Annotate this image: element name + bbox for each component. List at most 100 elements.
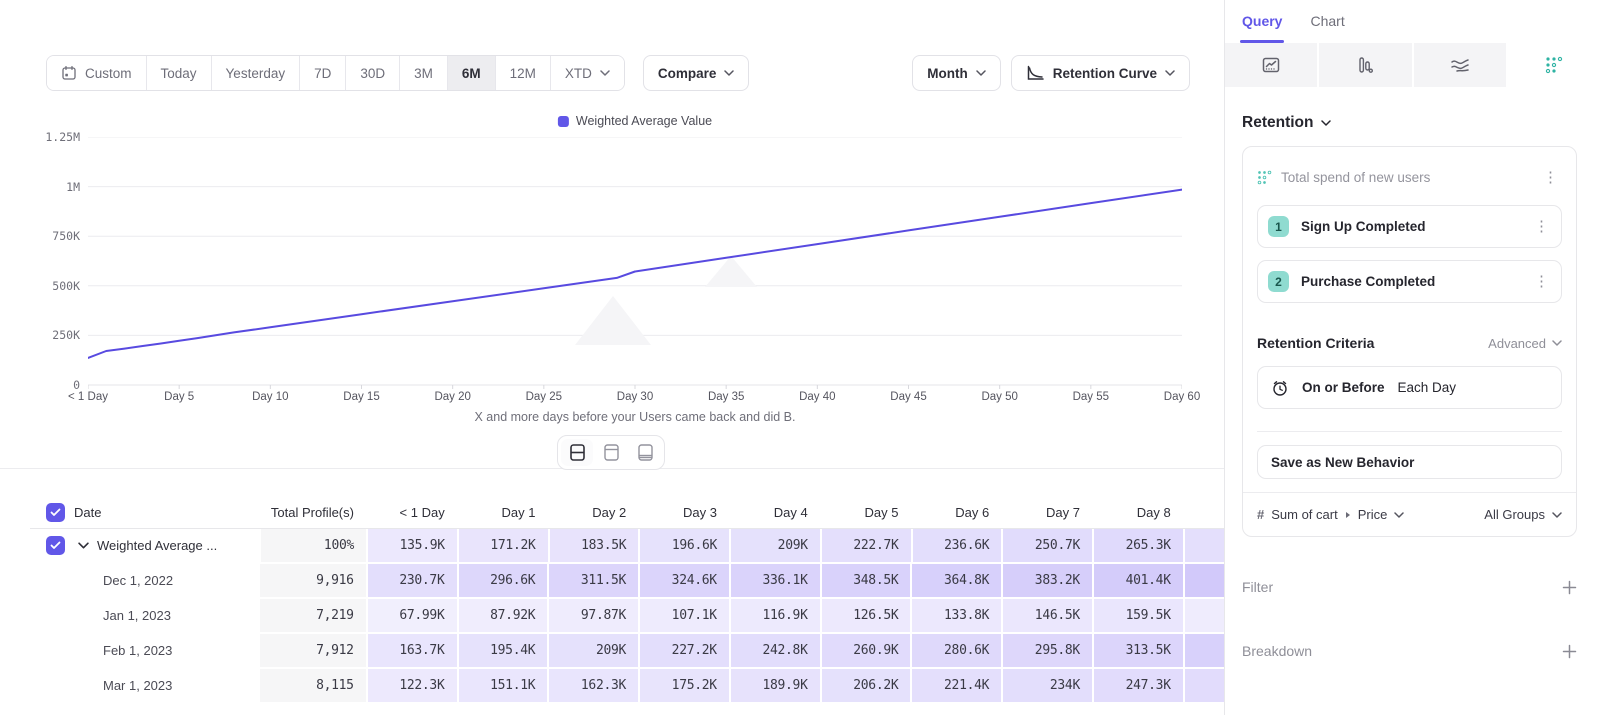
retention-value-cell-partial[interactable]	[1185, 634, 1224, 669]
retention-value-cell[interactable]: 107.1K	[640, 599, 731, 634]
date-range-12m[interactable]: 12M	[496, 56, 551, 90]
total-profiles-cell[interactable]: 7,219	[260, 599, 367, 634]
retention-value-cell[interactable]: 135.9K	[368, 529, 459, 564]
retention-value-cell[interactable]: 116.9K	[731, 599, 822, 634]
retention-value-cell[interactable]: 296.6K	[459, 564, 550, 599]
select-all-checkbox[interactable]	[46, 503, 65, 522]
date-range-30d[interactable]: 30D	[346, 56, 400, 90]
date-range-7d[interactable]: 7D	[300, 56, 346, 90]
granularity-button[interactable]: Month	[912, 55, 1000, 91]
retention-value-cell[interactable]: 171.2K	[459, 529, 550, 564]
retention-value-cell[interactable]: 206.2K	[822, 669, 913, 704]
retention-value-cell[interactable]: 383.2K	[1003, 564, 1094, 599]
retention-value-cell[interactable]: 87.92K	[459, 599, 550, 634]
tab-flows[interactable]	[1414, 43, 1506, 87]
retention-value-cell[interactable]: 313.5K	[1094, 634, 1185, 669]
row-label-cell[interactable]: Jan 1, 2023	[30, 599, 260, 634]
expand-row-button[interactable]	[78, 542, 89, 549]
retention-value-cell[interactable]: 133.8K	[912, 599, 1003, 634]
retention-value-cell[interactable]: 401.4K	[1094, 564, 1185, 599]
retention-value-cell[interactable]: 67.99K	[368, 599, 459, 634]
save-behavior-button[interactable]: Save as New Behavior	[1257, 445, 1562, 479]
row-label-cell[interactable]: Feb 1, 2023	[30, 634, 260, 669]
chart-type-button[interactable]: Retention Curve	[1011, 55, 1190, 91]
retention-value-cell[interactable]: 324.6K	[640, 564, 731, 599]
step-menu-button[interactable]: ⋮	[1530, 217, 1553, 236]
section-retention-dropdown[interactable]: Retention	[1242, 114, 1577, 132]
total-profiles-cell[interactable]: 9,916	[260, 564, 367, 599]
behavior-step[interactable]: 1Sign Up Completed⋮	[1257, 205, 1562, 248]
retention-value-cell[interactable]: 163.7K	[368, 634, 459, 669]
retention-line-chart[interactable]	[88, 137, 1182, 389]
total-profiles-cell[interactable]: 7,912	[260, 634, 367, 669]
behavior-step[interactable]: 2Purchase Completed⋮	[1257, 260, 1562, 303]
date-range-xtd[interactable]: XTD	[551, 56, 624, 90]
criteria-timing-button[interactable]: On or Before Each Day	[1257, 366, 1562, 409]
retention-value-cell[interactable]: 280.6K	[912, 634, 1003, 669]
retention-value-cell[interactable]: 236.6K	[913, 529, 1004, 564]
panel-tab-query[interactable]: Query	[1242, 13, 1282, 43]
retention-value-cell[interactable]: 126.5K	[822, 599, 913, 634]
add-filter-button[interactable]	[1562, 580, 1577, 595]
retention-value-cell[interactable]: 311.5K	[549, 564, 640, 599]
layout-chart-button[interactable]	[595, 439, 627, 466]
retention-value-cell[interactable]: 250.7K	[1003, 529, 1094, 564]
retention-value-cell[interactable]: 209K	[549, 634, 640, 669]
retention-value-cell[interactable]: 97.87K	[549, 599, 640, 634]
retention-value-cell[interactable]: 348.5K	[822, 564, 913, 599]
chart-legend[interactable]: Weighted Average Value	[558, 114, 712, 128]
tab-insights[interactable]	[1225, 43, 1317, 87]
retention-value-cell[interactable]: 195.4K	[459, 634, 550, 669]
groups-dropdown[interactable]: All Groups	[1484, 507, 1562, 522]
retention-value-cell[interactable]: 247.3K	[1094, 669, 1185, 704]
retention-value-cell[interactable]: 222.7K	[822, 529, 913, 564]
retention-value-cell[interactable]: 146.5K	[1003, 599, 1094, 634]
measure-dropdown[interactable]: # Sum of cart Price	[1257, 507, 1476, 522]
report-main-area: CustomTodayYesterday7D30D3M6M12MXTD Comp…	[0, 0, 1224, 715]
advanced-dropdown[interactable]: Advanced	[1488, 336, 1562, 351]
retention-value-cell-partial[interactable]	[1185, 564, 1224, 599]
layout-table-button[interactable]	[629, 439, 661, 466]
compare-button[interactable]: Compare	[643, 55, 750, 91]
retention-value-cell[interactable]: 242.8K	[731, 634, 822, 669]
row-label-cell[interactable]: Weighted Average ...	[30, 529, 261, 564]
retention-value-cell[interactable]: 196.6K	[640, 529, 731, 564]
panel-tab-chart[interactable]: Chart	[1310, 13, 1344, 43]
retention-value-cell[interactable]: 234K	[1003, 669, 1094, 704]
row-label-cell[interactable]: Mar 1, 2023	[30, 669, 260, 704]
date-range-yesterday[interactable]: Yesterday	[212, 56, 301, 90]
retention-value-cell[interactable]: 151.1K	[459, 669, 550, 704]
retention-value-cell[interactable]: 227.2K	[640, 634, 731, 669]
retention-value-cell[interactable]: 221.4K	[912, 669, 1003, 704]
retention-value-cell[interactable]: 175.2K	[640, 669, 731, 704]
retention-value-cell[interactable]: 162.3K	[549, 669, 640, 704]
step-menu-button[interactable]: ⋮	[1530, 272, 1553, 291]
tab-funnels[interactable]	[1319, 43, 1411, 87]
layout-split-button[interactable]	[561, 439, 593, 466]
retention-value-cell-partial[interactable]	[1185, 669, 1224, 704]
retention-value-cell[interactable]: 122.3K	[368, 669, 459, 704]
behavior-menu-button[interactable]: ⋮	[1539, 168, 1562, 187]
retention-value-cell[interactable]: 265.3K	[1094, 529, 1185, 564]
row-checkbox[interactable]	[46, 536, 65, 555]
add-breakdown-button[interactable]	[1562, 644, 1577, 659]
retention-value-cell[interactable]: 183.5K	[550, 529, 641, 564]
date-range-today[interactable]: Today	[147, 56, 212, 90]
retention-value-cell[interactable]: 364.8K	[912, 564, 1003, 599]
retention-value-cell[interactable]: 260.9K	[822, 634, 913, 669]
total-profiles-cell[interactable]: 100%	[261, 529, 368, 564]
retention-value-cell[interactable]: 189.9K	[731, 669, 822, 704]
retention-value-cell-partial[interactable]	[1185, 529, 1224, 564]
retention-value-cell[interactable]: 230.7K	[368, 564, 459, 599]
retention-value-cell-partial[interactable]	[1185, 599, 1224, 634]
retention-value-cell[interactable]: 209K	[731, 529, 822, 564]
tab-retention[interactable]	[1508, 43, 1600, 87]
date-range-3m[interactable]: 3M	[400, 56, 448, 90]
date-range-custom[interactable]: Custom	[47, 56, 147, 90]
row-label-cell[interactable]: Dec 1, 2022	[30, 564, 260, 599]
retention-value-cell[interactable]: 159.5K	[1094, 599, 1185, 634]
date-range-6m[interactable]: 6M	[448, 56, 496, 90]
retention-value-cell[interactable]: 336.1K	[731, 564, 822, 599]
total-profiles-cell[interactable]: 8,115	[260, 669, 367, 704]
retention-value-cell[interactable]: 295.8K	[1003, 634, 1094, 669]
